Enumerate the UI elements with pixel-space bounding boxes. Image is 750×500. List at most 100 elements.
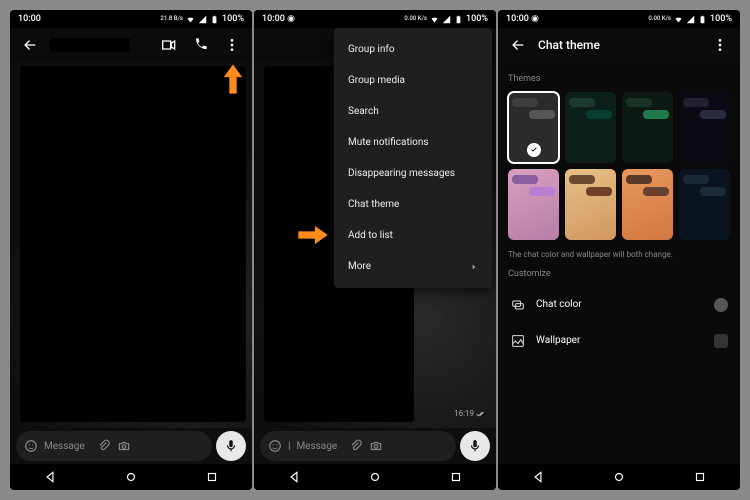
camera-icon[interactable] <box>117 439 131 453</box>
net-speed: 21.8 B/s <box>160 16 183 22</box>
screen-1-chat: 10:00 21.8 B/s 100% <box>10 10 252 490</box>
mic-icon <box>224 439 238 453</box>
battery-pct: 100% <box>222 14 244 24</box>
video-icon <box>160 37 176 53</box>
screen-3-chat-theme: 10:00 ◉ 0.00 K/s 100% Chat theme Themes … <box>498 10 740 490</box>
nav-recent-icon[interactable] <box>449 470 463 484</box>
emoji-icon[interactable] <box>24 439 38 453</box>
wallpaper-icon <box>510 333 526 349</box>
more-vert-icon <box>224 37 240 53</box>
battery-icon <box>454 15 463 24</box>
back-button[interactable] <box>18 33 42 57</box>
nav-home-icon[interactable] <box>368 470 382 484</box>
chat-color-label: Chat color <box>536 299 582 310</box>
phone-icon <box>192 37 208 53</box>
nav-home-icon[interactable] <box>124 470 138 484</box>
status-bar: 10:00 ◉ 0.00 K/s 100% <box>254 10 496 28</box>
back-button[interactable] <box>506 33 530 57</box>
chat-app-bar <box>10 28 252 62</box>
voice-message-button[interactable] <box>216 431 246 461</box>
signal-icon <box>198 15 207 24</box>
theme-tile-7[interactable] <box>679 169 730 240</box>
theme-tile-0[interactable] <box>508 92 559 163</box>
message-input[interactable]: |Message <box>260 431 456 461</box>
chat-color-icon <box>510 297 526 313</box>
attach-icon[interactable] <box>97 439 111 453</box>
more-options-button[interactable] <box>220 33 244 57</box>
nav-back-icon[interactable] <box>287 470 301 484</box>
android-nav-bar <box>498 464 740 490</box>
nav-recent-icon[interactable] <box>205 470 219 484</box>
menu-item-chat-theme[interactable]: Chat theme <box>334 189 492 220</box>
video-call-button[interactable] <box>156 33 180 57</box>
status-time: 10:00 ◉ <box>262 14 295 24</box>
android-nav-bar <box>10 464 252 490</box>
battery-pct: 100% <box>466 14 488 24</box>
chat-messages-area[interactable] <box>10 62 252 428</box>
chat-color-swatch <box>714 298 728 312</box>
emoji-icon[interactable] <box>268 439 282 453</box>
theme-app-bar: Chat theme <box>498 28 740 62</box>
nav-back-icon[interactable] <box>43 470 57 484</box>
wallpaper-label: Wallpaper <box>536 335 580 346</box>
status-bar: 10:00 ◉ 0.00 K/s 100% <box>498 10 740 28</box>
theme-tile-5[interactable] <box>565 169 616 240</box>
message-placeholder: Message <box>44 441 85 452</box>
attach-icon[interactable] <box>349 439 363 453</box>
android-nav-bar <box>254 464 496 490</box>
signal-icon <box>442 15 451 24</box>
message-input-bar: Message <box>10 428 252 464</box>
wallpaper-row[interactable]: Wallpaper <box>508 323 730 359</box>
status-time: 10:00 ◉ <box>506 14 539 24</box>
message-input[interactable]: Message <box>16 431 212 461</box>
voice-call-button[interactable] <box>188 33 212 57</box>
menu-item-mute-notifications[interactable]: Mute notifications <box>334 127 492 158</box>
camera-icon[interactable] <box>369 439 383 453</box>
battery-pct: 100% <box>710 14 732 24</box>
themes-section-label: Themes <box>508 74 730 84</box>
menu-item-group-info[interactable]: Group info <box>334 34 492 65</box>
theme-hint: The chat color and wallpaper will both c… <box>508 250 730 259</box>
theme-tile-1[interactable] <box>565 92 616 163</box>
nav-back-icon[interactable] <box>531 470 545 484</box>
status-time: 10:00 <box>18 14 41 24</box>
net-speed: 0.00 K/s <box>404 16 427 22</box>
customize-section-label: Customize <box>508 269 730 279</box>
battery-icon <box>210 15 219 24</box>
menu-item-disappearing-messages[interactable]: Disappearing messages <box>334 158 492 189</box>
more-options-button[interactable] <box>708 33 732 57</box>
wifi-icon <box>430 15 439 24</box>
status-bar: 10:00 21.8 B/s 100% <box>10 10 252 28</box>
theme-tile-4[interactable] <box>508 169 559 240</box>
nav-recent-icon[interactable] <box>693 470 707 484</box>
theme-settings-body: Themes The chat color and wallpaper will… <box>498 62 740 464</box>
theme-grid <box>508 92 730 240</box>
signal-icon <box>686 15 695 24</box>
mic-icon <box>468 439 482 453</box>
nav-home-icon[interactable] <box>612 470 626 484</box>
more-vert-icon <box>712 37 728 53</box>
check-icon <box>527 143 541 157</box>
battery-icon <box>698 15 707 24</box>
wifi-icon <box>186 15 195 24</box>
chat-color-row[interactable]: Chat color <box>508 287 730 323</box>
voice-message-button[interactable] <box>460 431 490 461</box>
wallpaper-swatch <box>714 334 728 348</box>
chevron-right-icon <box>470 263 478 271</box>
message-timestamp: 16:19 <box>454 409 486 418</box>
theme-tile-3[interactable] <box>679 92 730 163</box>
redacted-messages <box>20 66 246 422</box>
theme-tile-6[interactable] <box>622 169 673 240</box>
screen-2-menu: 10:00 ◉ 0.00 K/s 100% 16: <box>254 10 496 490</box>
menu-item-group-media[interactable]: Group media <box>334 65 492 96</box>
theme-tile-2[interactable] <box>622 92 673 163</box>
message-placeholder: Message <box>296 441 337 452</box>
back-arrow-icon <box>22 37 38 53</box>
read-receipt-icon <box>476 410 486 418</box>
contact-name-redacted[interactable] <box>50 38 130 52</box>
menu-item-add-to-list[interactable]: Add to list <box>334 220 492 251</box>
menu-item-search[interactable]: Search <box>334 96 492 127</box>
tutorial-arrow-up <box>222 62 244 96</box>
menu-item-more[interactable]: More <box>334 251 492 282</box>
net-speed: 0.00 K/s <box>648 16 671 22</box>
